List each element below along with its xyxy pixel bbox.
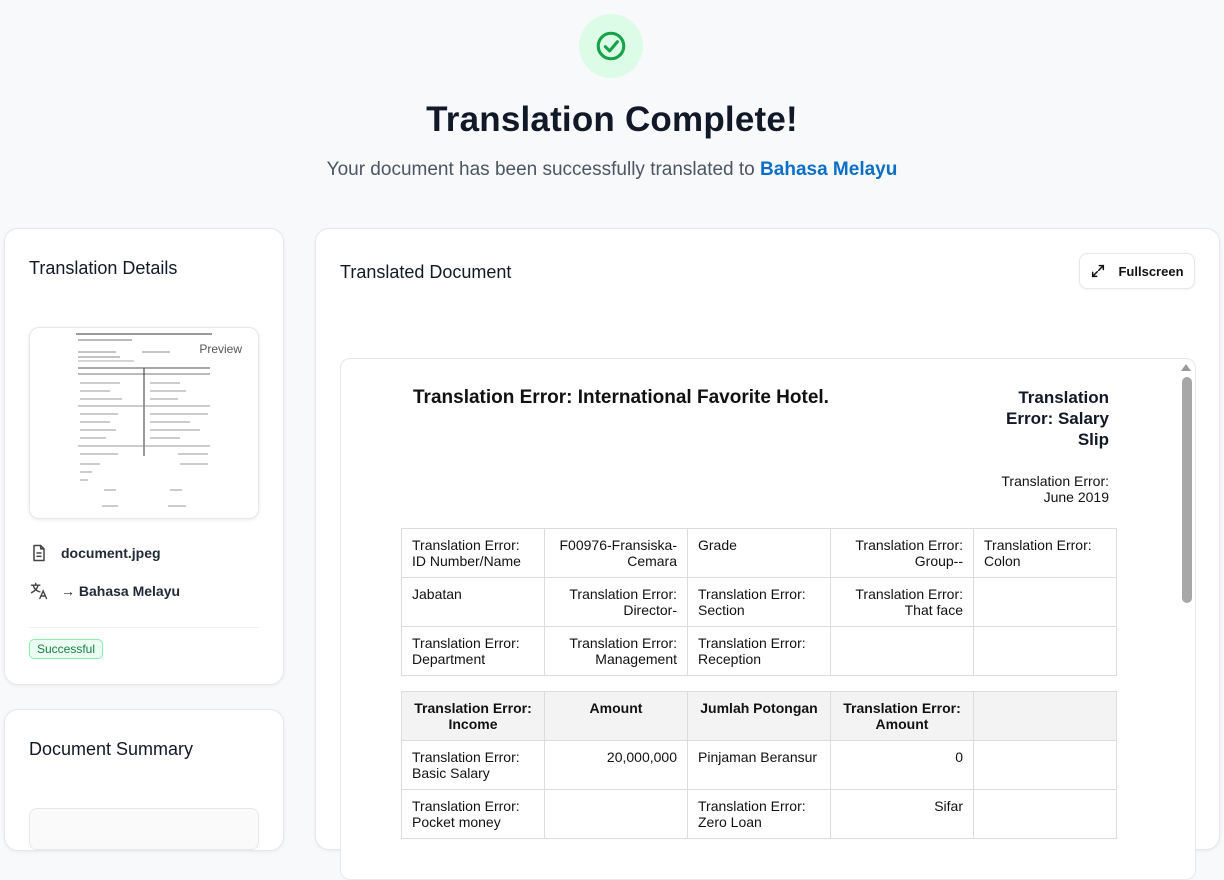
translated-document-card: Translated Document Fullscreen Translati… <box>315 228 1220 880</box>
slip-title-line: Translation <box>1018 388 1109 407</box>
table-cell <box>830 626 974 676</box>
column-header <box>973 691 1117 741</box>
document-title: Translated Document <box>340 262 512 282</box>
file-name-row: document.jpeg <box>29 543 161 563</box>
table-row: Translation Error: Pocket money Translat… <box>401 789 1117 839</box>
fullscreen-label: Fullscreen <box>1118 263 1184 279</box>
table-cell <box>973 577 1117 627</box>
table-row: Translation Error: Department Translatio… <box>401 626 1117 676</box>
table-cell: Translation Error: Management <box>544 626 688 676</box>
details-title: Translation Details <box>29 258 178 278</box>
date-line: Translation Error: <box>1001 473 1109 489</box>
page-title: Translation Complete! <box>426 100 798 139</box>
table-row: Translation Error: Basic Salary 20,000,0… <box>401 740 1117 790</box>
slip-title-line: Slip <box>1077 430 1109 449</box>
summary-title: Document Summary <box>29 739 194 759</box>
page-subtitle: Your document has been successfully tran… <box>0 159 1224 181</box>
table-cell: Translation Error: Colon <box>973 528 1117 578</box>
scrollbar-thumb[interactable] <box>1182 377 1192 603</box>
preview-label: Preview <box>199 342 242 356</box>
file-icon <box>33 544 45 562</box>
document-thumbnail-image <box>76 333 212 507</box>
table-cell <box>544 789 688 839</box>
completion-header: Translation Complete! Your document has … <box>0 0 1224 220</box>
summary-preview-box <box>29 808 259 850</box>
document-thumbnail[interactable]: Preview <box>29 327 259 519</box>
column-header: Amount <box>544 691 688 741</box>
table-cell: Translation Error: Group-- <box>830 528 974 578</box>
target-language: → Bahasa Melayu <box>61 583 181 599</box>
status-badge: Successful <box>29 639 104 659</box>
slip-title: Translation Error: Salary Slip <box>979 387 1109 450</box>
table-cell: Translation Error: Section <box>687 577 831 627</box>
table-cell: Grade <box>687 528 831 578</box>
column-header: Jumlah Potongan <box>687 691 831 741</box>
table-cell: Jabatan <box>401 577 545 627</box>
document-viewer[interactable]: Translation Error: International Favorit… <box>340 358 1196 880</box>
table-cell: Translation Error: Zero Loan <box>687 789 831 839</box>
table-cell: 20,000,000 <box>544 740 688 790</box>
table-row: Jabatan Translation Error: Director- Tra… <box>401 577 1117 627</box>
scroll-up-arrow-icon[interactable] <box>1181 364 1191 371</box>
table-cell: Pinjaman Beransur <box>687 740 831 790</box>
table-cell <box>973 626 1117 676</box>
table-cell: Translation Error: Pocket money <box>401 789 545 839</box>
table-row: Translation Error: ID Number/Name F00976… <box>401 528 1117 578</box>
target-language-row: → Bahasa Melayu <box>29 581 180 601</box>
table-header-row: Translation Error: Income Amount Jumlah … <box>401 691 1117 741</box>
table-cell: Translation Error: ID Number/Name <box>401 528 545 578</box>
table-cell: Translation Error: Director- <box>544 577 688 627</box>
slip-title-line: Error: Salary <box>1006 409 1109 428</box>
salary-table: Translation Error: Income Amount Jumlah … <box>401 691 1117 839</box>
document-summary-card: Document Summary <box>4 709 284 851</box>
table-cell: 0 <box>830 740 974 790</box>
table-cell: Translation Error: Department <box>401 626 545 676</box>
column-header: Translation Error: Amount <box>830 691 974 741</box>
date-line: June 2019 <box>1043 489 1109 505</box>
table-cell <box>973 740 1117 790</box>
subtitle-text: Your document has been successfully tran… <box>326 159 755 180</box>
document-heading: Translation Error: International Favorit… <box>413 387 829 408</box>
column-header: Translation Error: Income <box>401 691 545 741</box>
table-cell: Translation Error: That face <box>830 577 974 627</box>
success-check-icon <box>579 14 643 78</box>
file-name: document.jpeg <box>61 545 161 561</box>
employee-info-table: Translation Error: ID Number/Name F00976… <box>401 528 1117 676</box>
table-cell: Translation Error: Basic Salary <box>401 740 545 790</box>
translation-details-card: Translation Details Preview document.jpe… <box>4 228 284 685</box>
translate-icon <box>30 582 48 600</box>
details-divider <box>29 627 259 628</box>
table-cell <box>973 789 1117 839</box>
expand-icon <box>1092 264 1105 278</box>
target-language-highlight: Bahasa Melayu <box>760 159 898 180</box>
table-cell: Sifar <box>830 789 974 839</box>
slip-date: Translation Error: June 2019 <box>969 473 1109 505</box>
fullscreen-button[interactable]: Fullscreen <box>1079 253 1195 289</box>
table-cell: F00976-Fransiska-Cemara <box>544 528 688 578</box>
table-cell: Translation Error: Reception <box>687 626 831 676</box>
